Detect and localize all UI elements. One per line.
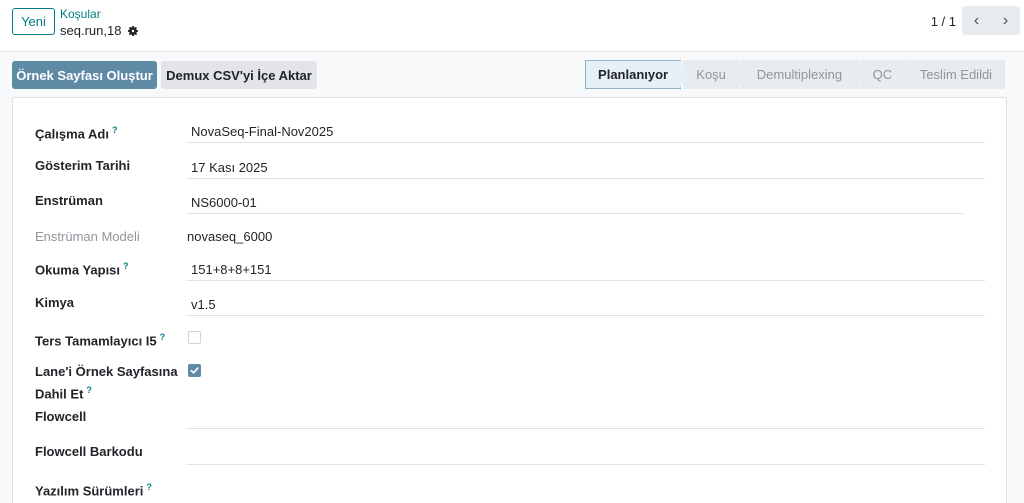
stage-delivered[interactable]: Teslim Edildi <box>906 60 1005 89</box>
new-button[interactable]: Yeni <box>12 8 55 35</box>
instrument-label: Enstrüman <box>35 193 103 208</box>
help-icon[interactable]: ? <box>160 332 166 342</box>
run-name-field[interactable]: NovaSeq-Final-Nov2025 <box>191 122 333 141</box>
instrument-field[interactable]: NS6000-01 <box>191 193 257 212</box>
create-sample-sheet-button[interactable]: Örnek Sayfası Oluştur <box>12 61 157 89</box>
software-versions-label: Yazılım Sürümleri? <box>35 482 152 499</box>
reverse-complement-i5-checkbox[interactable] <box>188 331 201 344</box>
flowcell-underline <box>187 428 985 429</box>
chemistry-field[interactable]: v1.5 <box>191 295 216 314</box>
display-date-label: Gösterim Tarihi <box>35 158 131 173</box>
include-lane-checkbox[interactable] <box>188 364 201 377</box>
display-date-underline <box>187 178 985 179</box>
gear-icon[interactable] <box>127 25 139 37</box>
pager-buttons: ‹ › <box>962 6 1020 35</box>
status-bar: Planlanıyor Koşu Demultiplexing QC Tesli… <box>585 60 1007 89</box>
chevron-left-icon[interactable]: ‹ <box>962 6 991 35</box>
breadcrumb-parent[interactable]: Koşular <box>60 7 101 21</box>
stage-planning[interactable]: Planlanıyor <box>585 60 690 89</box>
help-icon[interactable]: ? <box>86 385 92 395</box>
run-name-underline <box>187 142 985 143</box>
stage-run[interactable]: Koşu <box>683 60 748 89</box>
chevron-right-icon[interactable]: › <box>991 6 1020 35</box>
help-icon[interactable]: ? <box>123 261 129 271</box>
flowcell-barcode-label: Flowcell Barkodu <box>35 444 143 459</box>
flowcell-label: Flowcell <box>35 409 87 424</box>
read-structure-underline <box>187 280 985 281</box>
breadcrumb-current: seq.run,18 <box>60 23 139 38</box>
record-name: seq.run,18 <box>60 23 122 38</box>
chemistry-underline <box>187 315 985 316</box>
instrument-model-label: Enstrüman Modeli <box>35 229 140 244</box>
instrument-model-value: novaseq_6000 <box>187 229 273 244</box>
control-panel: Yeni Koşular seq.run,18 1 / 1 ‹ › <box>0 0 1024 52</box>
import-demux-csv-button[interactable]: Demux CSV'yi İçe Aktar <box>161 61 317 89</box>
chemistry-label: Kimya <box>35 295 75 310</box>
stage-demultiplexing[interactable]: Demultiplexing <box>741 60 867 89</box>
check-icon <box>190 367 199 374</box>
run-name-label: Çalışma Adı? <box>35 125 118 142</box>
help-icon[interactable]: ? <box>112 125 118 135</box>
flowcell-barcode-underline <box>187 464 985 465</box>
read-structure-label: Okuma Yapısı? <box>35 261 129 278</box>
help-icon[interactable]: ? <box>146 482 152 492</box>
pager-value[interactable]: 1 / 1 <box>931 14 956 29</box>
display-date-field[interactable]: 17 Kası 2025 <box>191 158 268 177</box>
instrument-underline <box>187 213 963 214</box>
reverse-complement-i5-label: Ters Tamamlayıcı I5? <box>35 332 166 349</box>
include-lane-label: Lane'i Örnek Sayfasına Dahil Et? <box>35 364 178 402</box>
read-structure-field[interactable]: 151+8+8+151 <box>191 260 272 279</box>
form-sheet: Çalışma Adı? NovaSeq-Final-Nov2025 Göste… <box>12 97 1007 503</box>
